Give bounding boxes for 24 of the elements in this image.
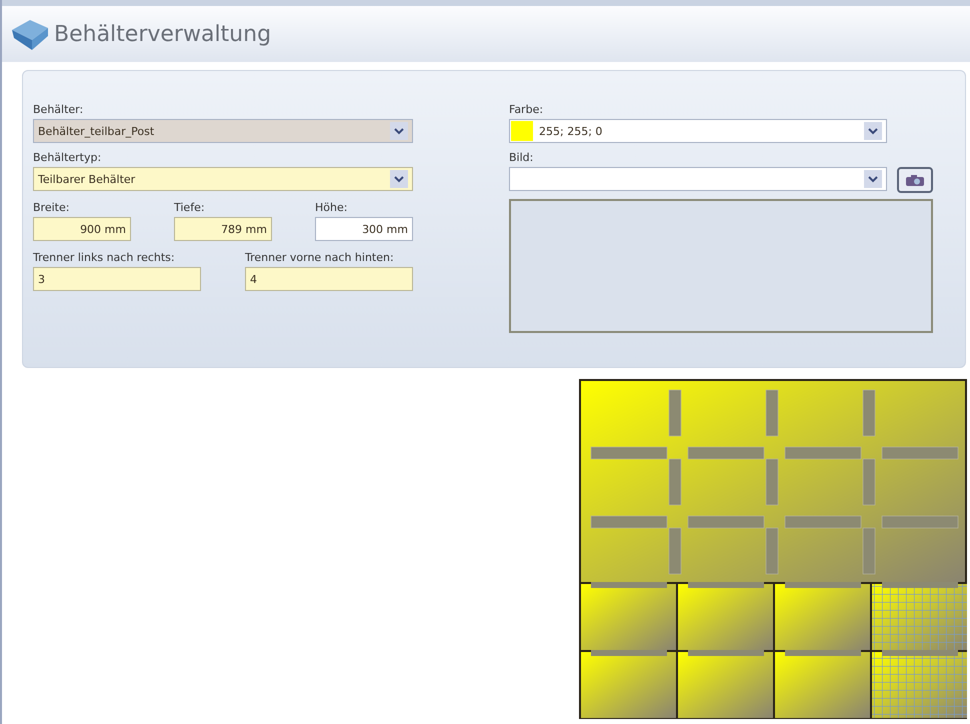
input-field[interactable]: 300 mm bbox=[315, 217, 413, 241]
input-field[interactable]: 3 bbox=[33, 267, 201, 291]
chevron-down-icon[interactable] bbox=[864, 122, 882, 140]
color-dropdown[interactable]: 255; 255; 0 bbox=[509, 119, 887, 143]
dropdown-field[interactable]: Behälter_teilbar_Post bbox=[33, 119, 413, 143]
field-label: Bild: bbox=[509, 151, 534, 164]
input-field[interactable]: 900 mm bbox=[33, 217, 131, 241]
field-label: Trenner links nach rechts: bbox=[33, 251, 176, 264]
field-label: Breite: bbox=[33, 201, 70, 214]
field-label: Trenner vorne nach hinten: bbox=[245, 251, 395, 264]
camera-icon bbox=[905, 173, 925, 187]
field-label: Farbe: bbox=[509, 103, 544, 116]
chevron-down-icon[interactable] bbox=[390, 122, 408, 140]
input-field[interactable]: 789 mm bbox=[174, 217, 272, 241]
field-label: Behältertyp: bbox=[33, 151, 102, 164]
field-label: Höhe: bbox=[315, 201, 348, 214]
dropdown-field[interactable]: Teilbarer Behälter bbox=[33, 167, 413, 191]
chevron-down-icon[interactable] bbox=[390, 170, 408, 188]
camera-button[interactable] bbox=[897, 167, 933, 193]
field-label: Behälter: bbox=[33, 103, 84, 116]
chevron-down-icon[interactable] bbox=[864, 170, 882, 188]
field-label: Tiefe: bbox=[174, 201, 206, 214]
input-field[interactable]: 4 bbox=[245, 267, 413, 291]
window-title: Behälterverwaltung bbox=[54, 22, 272, 46]
